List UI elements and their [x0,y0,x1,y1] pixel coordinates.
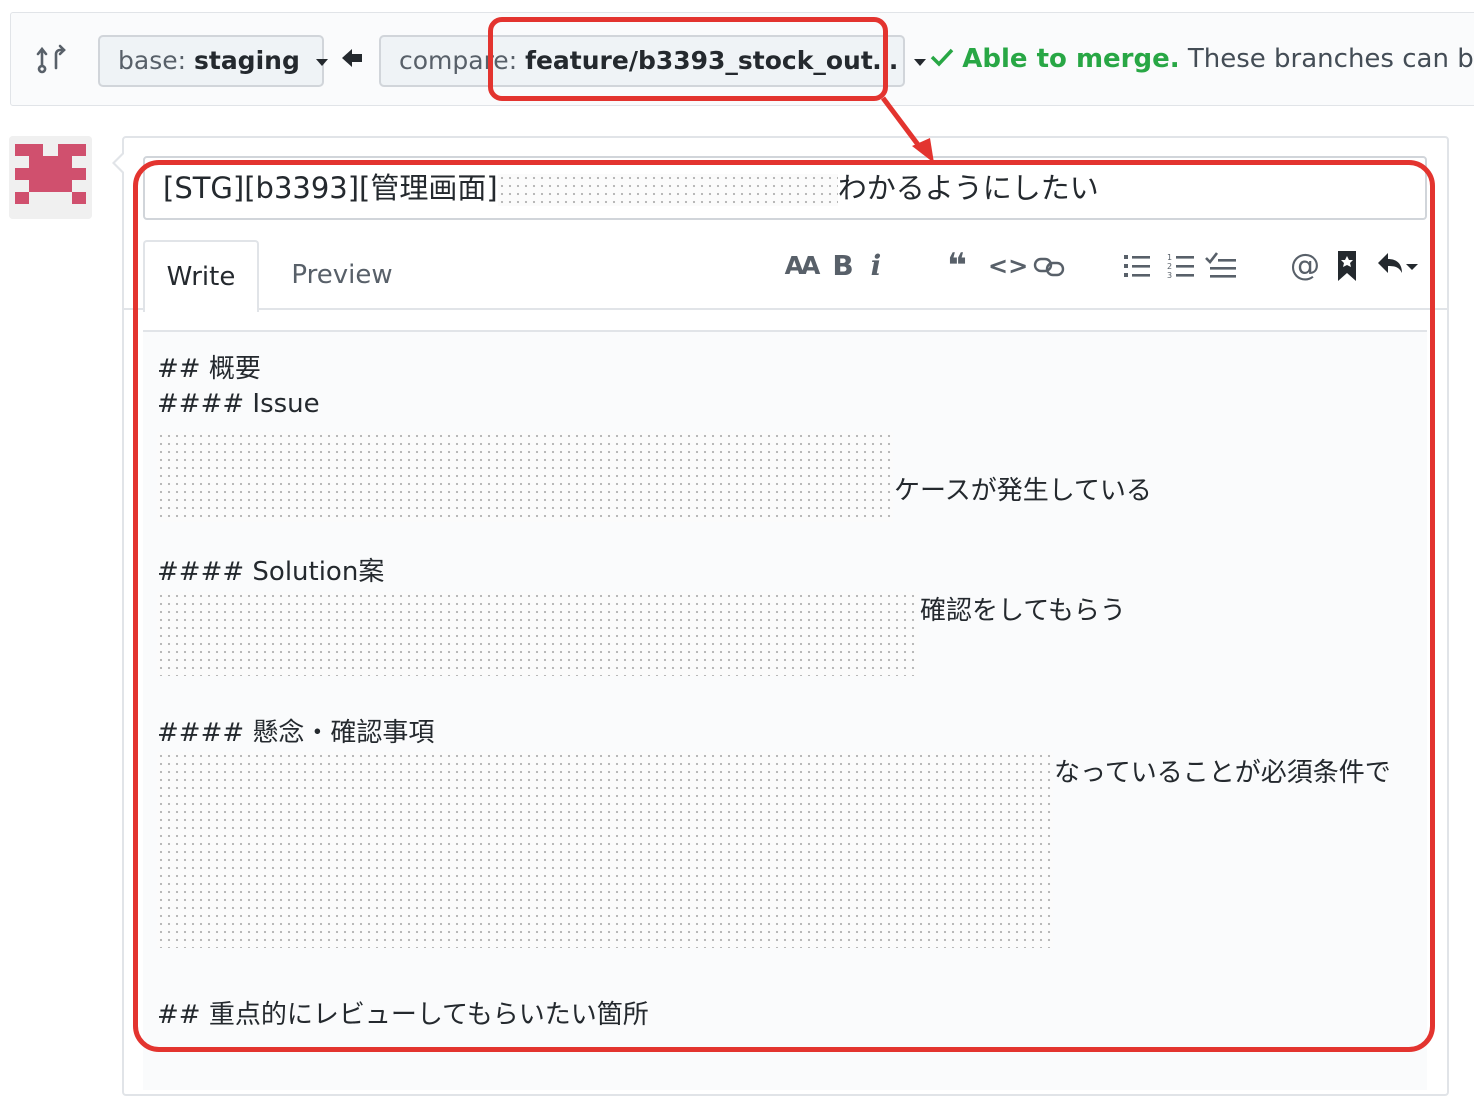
annotation-arrow [881,96,934,163]
